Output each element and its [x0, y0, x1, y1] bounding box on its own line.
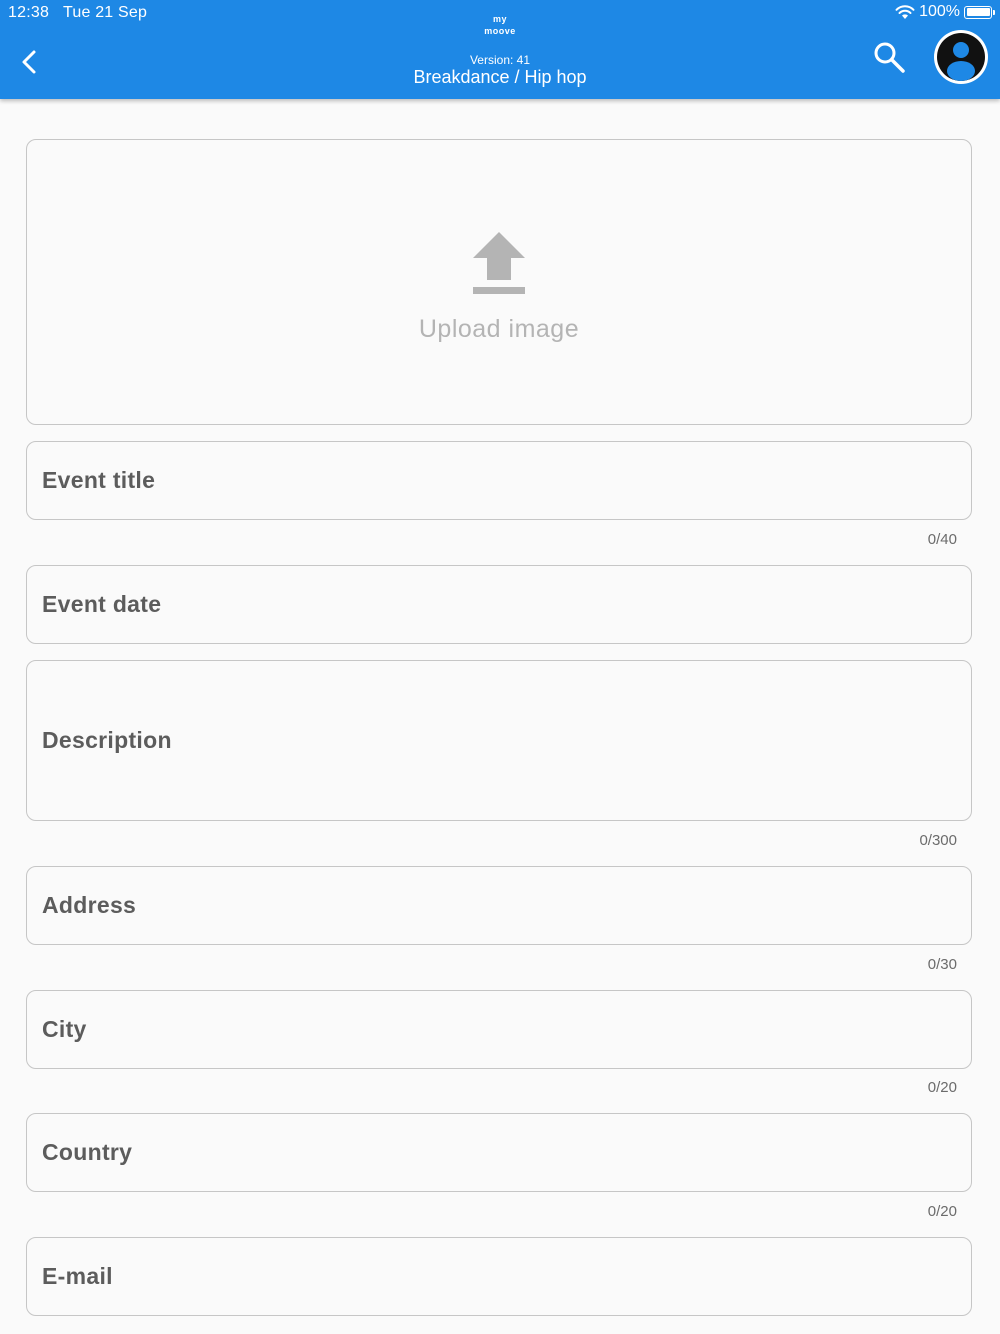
profile-avatar-button[interactable] [934, 30, 988, 84]
description-counter: 0/300 [919, 832, 957, 849]
city-counter: 0/20 [927, 1079, 957, 1096]
address-counter: 0/30 [927, 956, 957, 973]
upload-image-area[interactable]: Upload image [26, 139, 972, 425]
search-icon [874, 42, 905, 73]
version-label: Version: 41 [469, 53, 531, 67]
email-label: E-mail [42, 1263, 113, 1289]
app-logo: my moove [0, 13, 1000, 37]
account-avatar-icon [937, 33, 985, 81]
event-date-field[interactable]: Event date [26, 565, 972, 644]
event-title-field[interactable]: Event title [26, 441, 972, 520]
description-field[interactable]: Description [26, 660, 972, 821]
event-date-label: Event date [42, 591, 162, 617]
upload-image-label: Upload image [418, 315, 580, 343]
description-label: Description [42, 727, 172, 753]
back-button[interactable] [14, 46, 46, 78]
city-field[interactable]: City [26, 990, 972, 1069]
address-field[interactable]: Address [26, 866, 972, 945]
address-label: Address [42, 892, 137, 918]
country-field[interactable]: Country [26, 1113, 972, 1192]
page-title: Breakdance / Hip hop [413, 67, 587, 87]
logo-line-2: moove [484, 26, 516, 36]
upload-icon [473, 232, 525, 294]
back-arrow-icon [22, 50, 36, 74]
event-title-counter: 0/40 [927, 531, 957, 548]
logo-line-1: my [492, 14, 507, 24]
email-field[interactable]: E-mail [26, 1237, 972, 1316]
country-counter: 0/20 [927, 1203, 957, 1220]
app-bar: 12:38 Tue 21 Sep 100% my moove Version: … [0, 0, 1000, 99]
search-button[interactable] [872, 40, 906, 74]
city-label: City [42, 1016, 87, 1042]
country-label: Country [42, 1139, 133, 1165]
event-title-label: Event title [42, 467, 156, 493]
upload-content: Upload image [27, 230, 971, 344]
